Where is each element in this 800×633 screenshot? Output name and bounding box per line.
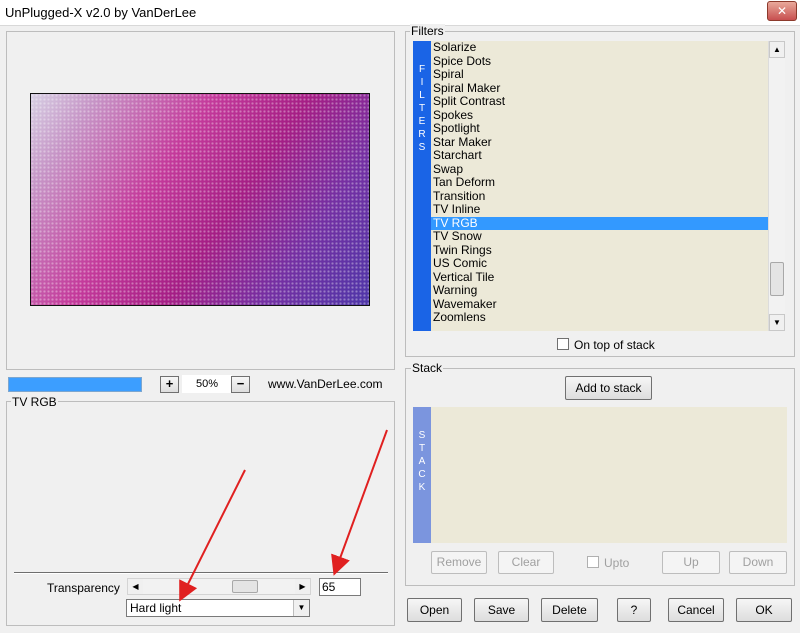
list-item[interactable]: Warning [431,283,768,298]
stack-group-label: Stack [411,361,444,375]
transparency-label: Transparency [47,581,120,595]
filters-group-label: Filters [410,24,445,38]
scroll-left-icon[interactable]: ◀ [128,579,143,594]
strip-letter: F [418,64,426,75]
transparency-slider[interactable]: ◀ ▶ [127,578,311,595]
slider-thumb[interactable] [232,580,258,593]
strip-letter: I [420,77,424,88]
plus-icon: + [165,376,174,391]
list-item[interactable]: Zoomlens [431,310,768,325]
filters-list[interactable]: Solarize Spice Dots Spiral Spiral Maker Spli… [431,41,768,331]
window-title: UnPlugged-X v2.0 by VanDerLee [5,5,197,20]
list-item[interactable]: Swap [431,162,768,177]
strip-letter: T [418,103,426,114]
blend-mode-value: Hard light [130,601,182,615]
strip-letter: C [418,469,426,480]
scroll-down-icon[interactable]: ▼ [769,314,785,331]
list-item[interactable]: TV Snow [431,229,768,244]
chevron-down-icon[interactable]: ▼ [293,600,309,616]
remove-button[interactable]: Remove [431,551,487,574]
list-item[interactable]: Spiral [431,67,768,82]
list-item[interactable]: Spice Dots [431,54,768,69]
scroll-right-icon[interactable]: ▶ [295,579,310,594]
strip-letter: K [418,482,426,493]
list-item[interactable]: Split Contrast [431,94,768,109]
zoom-out-button[interactable]: − [231,376,250,393]
strip-letter: S [418,430,426,441]
strip-letter: S [418,142,426,153]
down-button[interactable]: Down [729,551,787,574]
preview-image[interactable] [30,93,370,306]
list-item[interactable]: Star Maker [431,135,768,150]
title-bar: UnPlugged-X v2.0 by VanDerLee ✕ [0,0,800,26]
on-top-checkbox[interactable] [557,338,569,350]
strip-letter: L [419,90,425,101]
add-to-stack-button[interactable]: Add to stack [565,376,652,400]
blend-mode-select[interactable]: Hard light ▼ [126,599,310,617]
close-button[interactable]: ✕ [767,1,797,21]
delete-button[interactable]: Delete [541,598,598,622]
list-item[interactable]: Spotlight [431,121,768,136]
list-item[interactable]: Starchart [431,148,768,163]
progress-bar [8,377,142,392]
list-item[interactable]: Transition [431,189,768,204]
list-item[interactable]: Solarize [431,41,768,55]
list-item[interactable]: Spokes [431,108,768,123]
settings-divider [14,572,388,574]
list-item[interactable]: Vertical Tile [431,270,768,285]
list-item[interactable]: Wavemaker [431,297,768,312]
upto-label: Upto [604,556,630,570]
scroll-thumb[interactable] [770,262,784,296]
list-item[interactable]: TV Inline [431,202,768,217]
scroll-up-icon[interactable]: ▲ [769,41,785,58]
up-button[interactable]: Up [662,551,720,574]
list-item[interactable]: Tan Deform [431,175,768,190]
strip-letter: R [418,129,426,140]
list-item[interactable]: Spiral Maker [431,81,768,96]
filters-scrollbar[interactable]: ▲ ▼ [768,41,785,331]
close-icon: ✕ [776,4,788,18]
settings-group-label: TV RGB [11,395,58,409]
ok-button[interactable]: OK [736,598,792,622]
strip-letter: T [418,443,426,454]
stack-strip: S T A C K [413,407,431,543]
transparency-input[interactable]: 65 [319,578,361,596]
save-button[interactable]: Save [474,598,529,622]
help-button[interactable]: ? [617,598,651,622]
strip-letter: A [418,456,426,467]
list-item[interactable]: Twin Rings [431,243,768,258]
clear-button[interactable]: Clear [498,551,554,574]
list-item[interactable]: TV RGB [431,216,768,230]
filters-strip: F I L T E R S [413,41,431,331]
cancel-button[interactable]: Cancel [668,598,724,622]
upto-checkbox[interactable] [587,556,599,568]
zoom-in-button[interactable]: + [160,376,179,393]
list-item[interactable]: US Comic [431,256,768,271]
zoom-value: 50% [182,375,232,393]
open-button[interactable]: Open [407,598,462,622]
on-top-label: On top of stack [574,338,655,352]
strip-letter: E [418,116,426,127]
minus-icon: − [236,376,245,391]
stack-list[interactable] [431,407,787,543]
website-link[interactable]: www.VanDerLee.com [268,377,383,391]
